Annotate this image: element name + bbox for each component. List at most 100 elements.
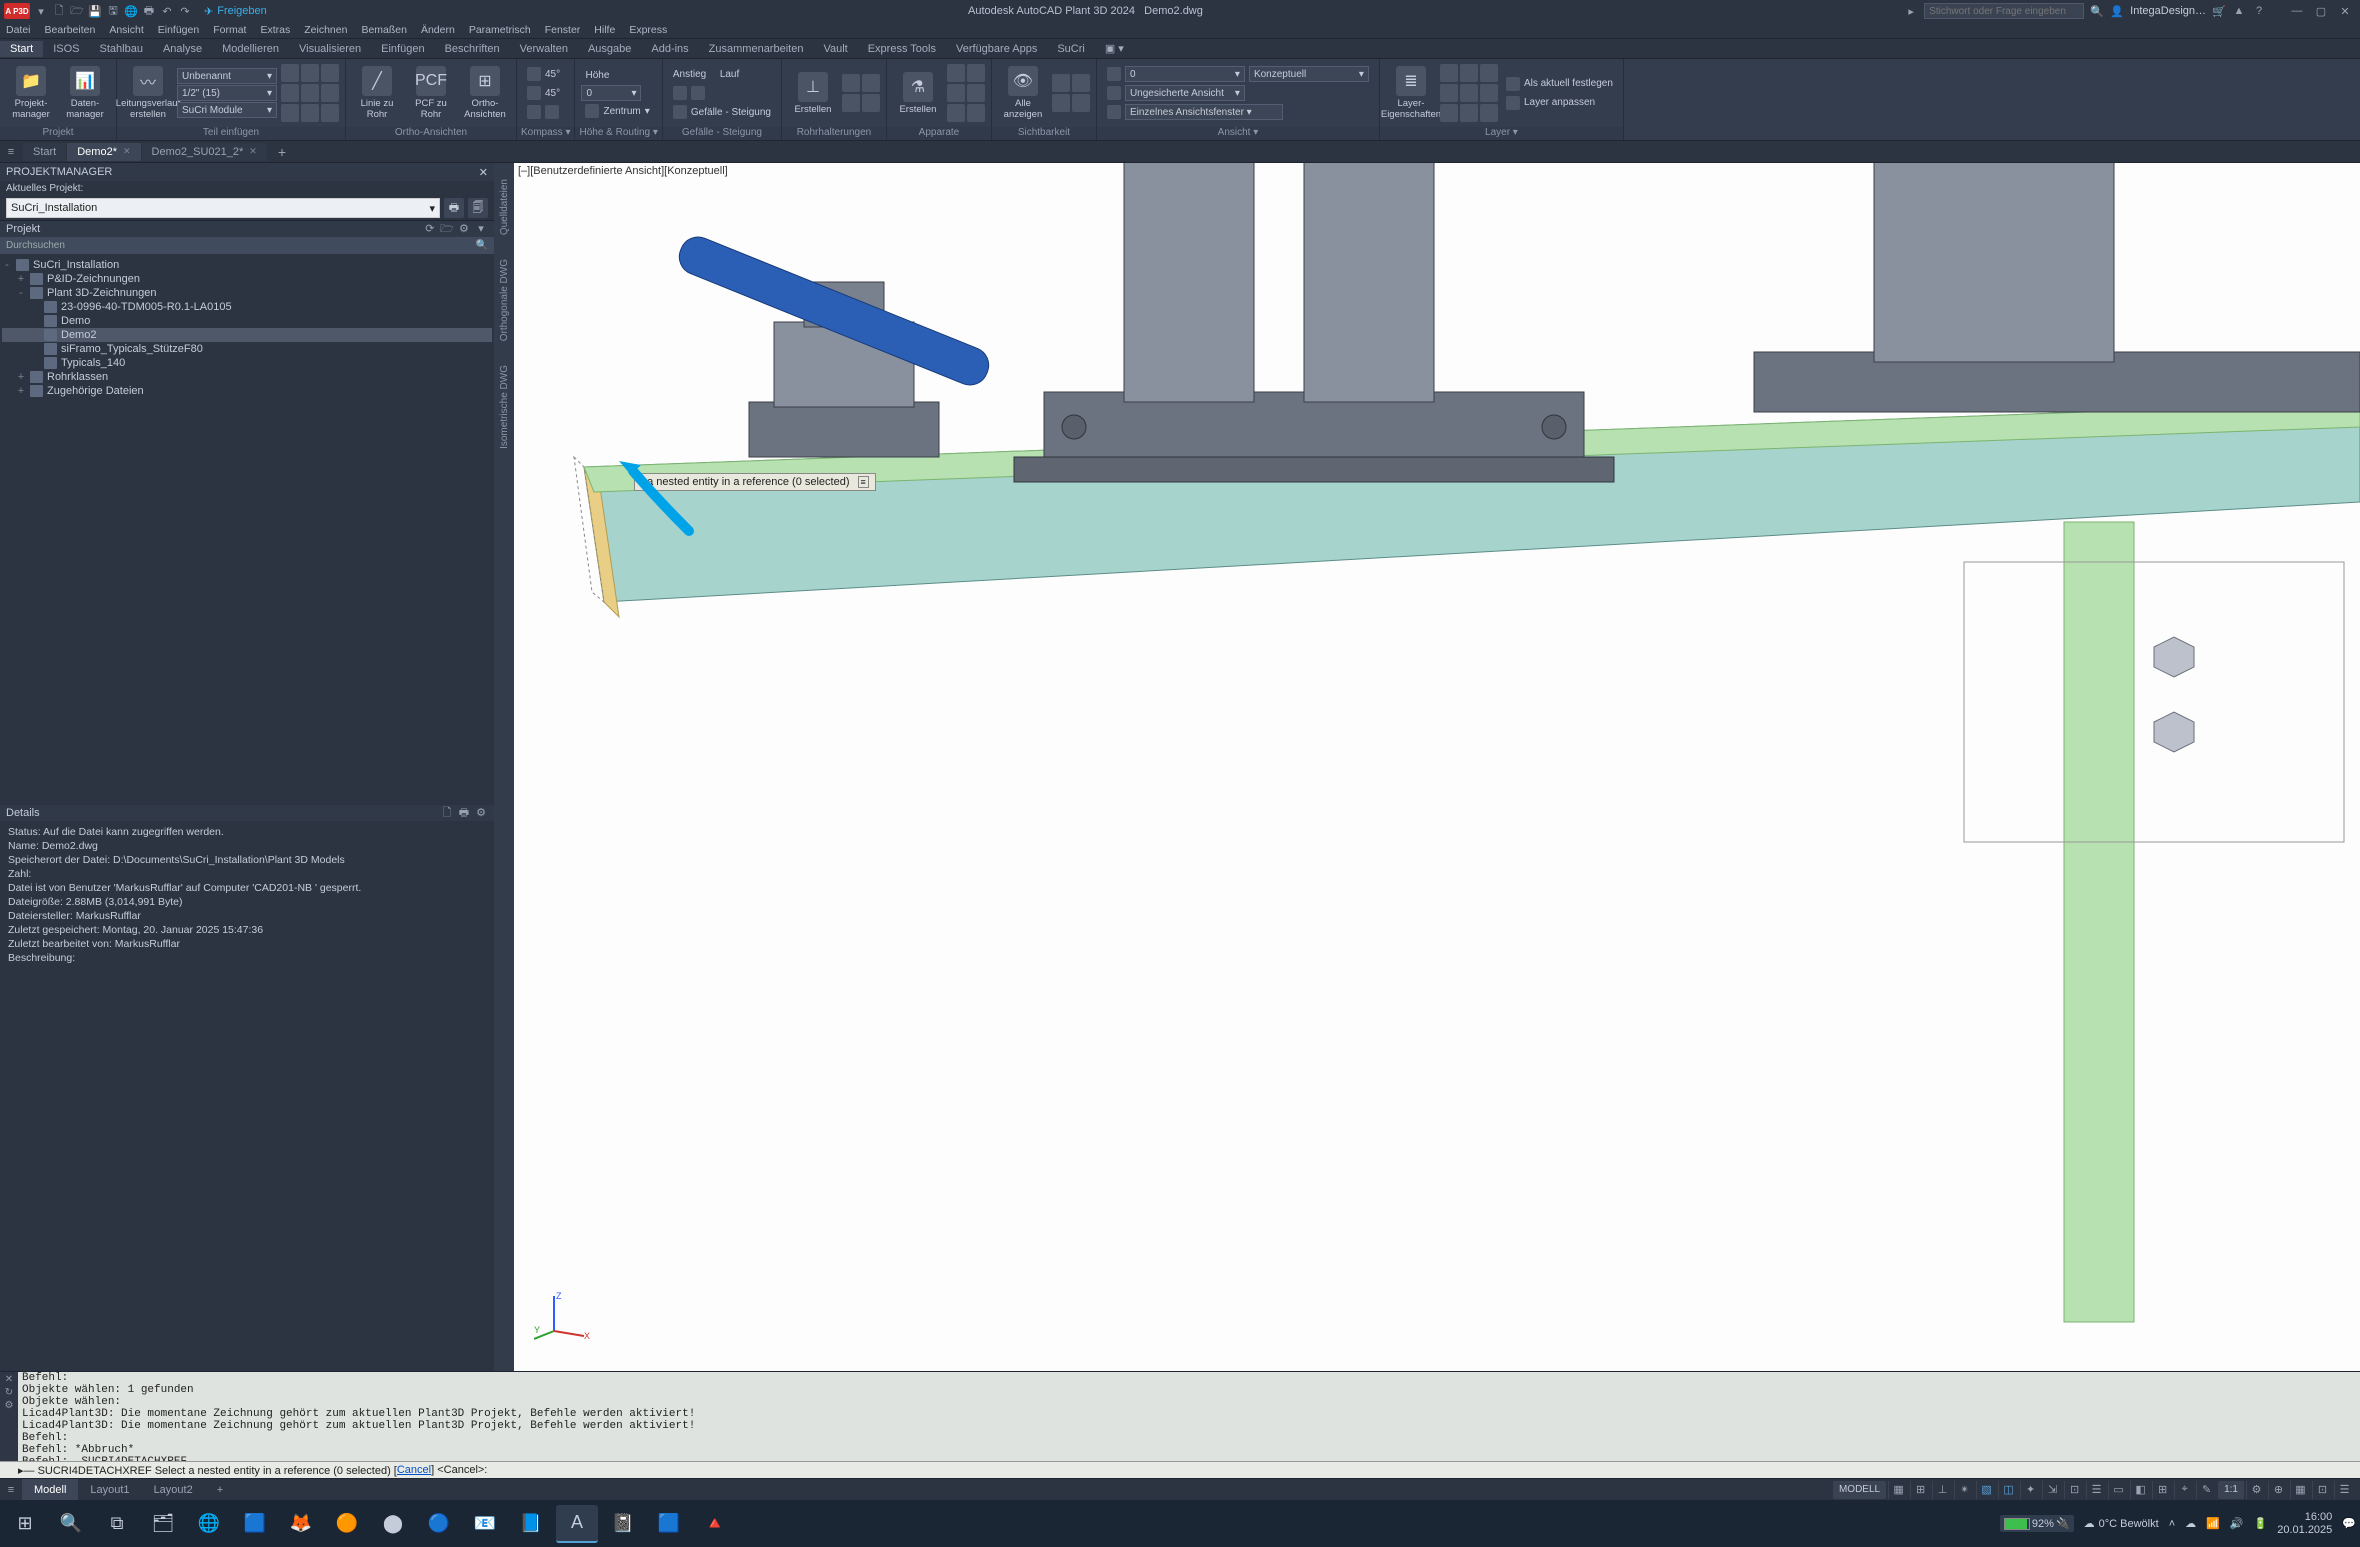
leitungsverlauf-button[interactable]: 〰Leitungsverlauf erstellen — [123, 66, 173, 120]
ribbon-tab-ausgabe[interactable]: Ausgabe — [578, 41, 641, 57]
status-ico-15[interactable]: ✎ — [2196, 1481, 2216, 1499]
menu-hilfe[interactable]: Hilfe — [594, 24, 615, 36]
layer-ico-3[interactable] — [1480, 64, 1498, 82]
details-ico-3[interactable]: ⚙ — [474, 805, 488, 819]
layer-ico-1[interactable] — [1440, 64, 1458, 82]
status-ico-8[interactable]: ⇲ — [2042, 1481, 2062, 1499]
app-ico-1[interactable] — [947, 64, 965, 82]
command-history-text[interactable]: Befehl: Objekte wählen: 1 gefunden Objek… — [18, 1372, 2360, 1461]
file-tab-start[interactable]: Start — [23, 143, 66, 161]
pm-sect-ico-2[interactable]: 🗁 — [440, 223, 454, 237]
menu-bearbeiten[interactable]: Bearbeiten — [45, 24, 96, 36]
qat-undo-icon[interactable]: ↶ — [160, 4, 174, 18]
teil-ico-8[interactable] — [301, 104, 319, 122]
menu-express[interactable]: Express — [629, 24, 667, 36]
status-ico-19[interactable]: ⊡ — [2312, 1481, 2332, 1499]
pm-close-icon[interactable]: ✕ — [479, 166, 488, 179]
taskbar-start-icon[interactable]: ⊞ — [4, 1505, 46, 1543]
qat-dropdown-icon[interactable]: ▾ — [34, 4, 48, 18]
tray-cloud-icon[interactable]: ☁ — [2185, 1517, 2196, 1530]
cmd-recent-icon[interactable]: ↻ — [5, 1387, 13, 1398]
teil-dd-unbenannt[interactable]: Unbenannt▾ — [177, 68, 277, 84]
share-button[interactable]: ✈ Freigeben — [204, 5, 267, 18]
sicht-ico-1[interactable] — [1052, 74, 1070, 92]
layer-aktuell[interactable]: Als aktuell festlegen — [1502, 75, 1617, 93]
details-ico-1[interactable]: 🗋 — [440, 806, 454, 820]
taskbar-app3-icon[interactable]: 🔵 — [418, 1505, 460, 1543]
pm-combo-ico1[interactable]: 🖶 — [444, 198, 464, 218]
pcf-zu-rohr-button[interactable]: PCFPCF zu Rohr — [406, 66, 456, 120]
tree-item[interactable]: Typicals_140 — [2, 356, 492, 370]
layer-ico-9[interactable] — [1480, 104, 1498, 122]
help-search-back-icon[interactable]: ▸ — [1904, 4, 1918, 18]
tray-clock[interactable]: 16:0020.01.2025 — [2277, 1511, 2332, 1537]
zentrum-button[interactable]: Zentrum▾ — [581, 102, 653, 120]
qat-plot-icon[interactable]: 🖶 — [142, 4, 156, 18]
menu-aendern[interactable]: Ändern — [421, 24, 455, 36]
ribbon-tab-start[interactable]: Start — [0, 41, 43, 57]
pm-sect-ico-3[interactable]: ⚙ — [457, 222, 471, 236]
taskbar-app4-icon[interactable]: 🔺 — [694, 1505, 736, 1543]
alle-anzeigen-button[interactable]: 👁Alle anzeigen — [998, 66, 1048, 120]
rail-orthogonale[interactable]: Orthogonale DWG — [497, 249, 512, 351]
ribbon-tab-more[interactable]: ▣ ▾ — [1095, 40, 1134, 57]
status-ico-14[interactable]: ⌖ — [2174, 1481, 2194, 1499]
tree-item[interactable]: +P&ID-Zeichnungen — [2, 272, 492, 286]
daten-manager-button[interactable]: 📊Daten- manager — [60, 66, 110, 120]
menu-ansicht[interactable]: Ansicht — [109, 24, 143, 36]
teil-ico-6[interactable] — [321, 84, 339, 102]
tree-item[interactable]: -SuCri_Installation — [2, 258, 492, 272]
qat-save-icon[interactable]: 💾 — [88, 4, 102, 18]
apparate-erstellen-button[interactable]: ⚗Erstellen — [893, 72, 943, 115]
ribbon-tab-stahlbau[interactable]: Stahlbau — [90, 41, 153, 57]
rohr-ico-1[interactable] — [842, 74, 860, 92]
rail-quelldateien[interactable]: Quelldateien — [497, 169, 512, 245]
ribbon-tab-modellieren[interactable]: Modellieren — [212, 41, 289, 57]
kompass-45-1[interactable]: 45° — [523, 65, 564, 83]
taskbar-onenote-icon[interactable]: 📓 — [602, 1505, 644, 1543]
status-iso-icon[interactable]: ▧ — [1976, 1481, 1996, 1499]
user-label[interactable]: IntegaDesign… — [2130, 5, 2206, 17]
status-ico-10[interactable]: ☰ — [2086, 1481, 2106, 1499]
rohr-ico-2[interactable] — [862, 74, 880, 92]
model-tab-layout2[interactable]: Layout2 — [142, 1479, 205, 1500]
pm-search[interactable]: Durchsuchen🔍 — [0, 237, 494, 254]
model-tab-add[interactable]: + — [205, 1479, 235, 1500]
gefaelle-toggle[interactable]: Gefälle - Steigung — [669, 103, 775, 121]
status-ico-12[interactable]: ◧ — [2130, 1481, 2150, 1499]
new-tab-button[interactable]: + — [268, 141, 296, 163]
ribbon-tab-addins[interactable]: Add-ins — [641, 41, 698, 57]
pm-sect-ico-1[interactable]: ⟳ — [423, 222, 437, 236]
close-tab-icon[interactable]: ✕ — [249, 146, 257, 157]
taskbar-search-icon[interactable]: 🔍 — [50, 1505, 92, 1543]
status-ratio[interactable]: 1:1 — [2218, 1481, 2244, 1499]
taskbar-chrome-icon[interactable]: 🌐 — [188, 1505, 230, 1543]
search-icon[interactable]: 🔍 — [2090, 4, 2104, 18]
taskbar-vscode-icon[interactable]: 🟦 — [648, 1505, 690, 1543]
cmd-close-icon[interactable]: ✕ — [5, 1374, 13, 1385]
app-ico-3[interactable] — [947, 84, 965, 102]
teil-ico-7[interactable] — [281, 104, 299, 122]
tree-item[interactable]: +Rohrklassen — [2, 370, 492, 384]
qat-new-icon[interactable]: 🗋 — [52, 4, 66, 18]
tree-item[interactable]: 23-0996-40-TDM005-R0.1-LA0105 — [2, 300, 492, 314]
ribbon-tab-sucri[interactable]: SuCri — [1047, 41, 1095, 57]
rohr-ico-3[interactable] — [842, 94, 860, 112]
status-ico-17[interactable]: ⊕ — [2268, 1481, 2288, 1499]
layer-ico-5[interactable] — [1460, 84, 1478, 102]
kompass-3[interactable] — [523, 103, 564, 121]
rohr-ico-4[interactable] — [862, 94, 880, 112]
model-tab-layout1[interactable]: Layout1 — [78, 1479, 141, 1500]
status-polar-icon[interactable]: ✴ — [1954, 1481, 1974, 1499]
qat-redo-icon[interactable]: ↷ — [178, 4, 192, 18]
qat-open-icon[interactable]: 🗁 — [70, 4, 84, 18]
weather-widget[interactable]: ☁ 0°C Bewölkt — [2084, 1517, 2159, 1530]
taskbar-edge-icon[interactable]: 🟦 — [234, 1505, 276, 1543]
status-model[interactable]: MODELL — [1833, 1481, 1886, 1499]
tray-wifi-icon[interactable]: 📶 — [2206, 1517, 2220, 1530]
menu-bemassen[interactable]: Bemaßen — [361, 24, 407, 36]
close-button[interactable]: ✕ — [2334, 3, 2356, 19]
ribbon-tab-verwalten[interactable]: Verwalten — [510, 41, 578, 57]
taskbar-word-icon[interactable]: 📘 — [510, 1505, 552, 1543]
kompass-45-2[interactable]: 45° — [523, 84, 564, 102]
